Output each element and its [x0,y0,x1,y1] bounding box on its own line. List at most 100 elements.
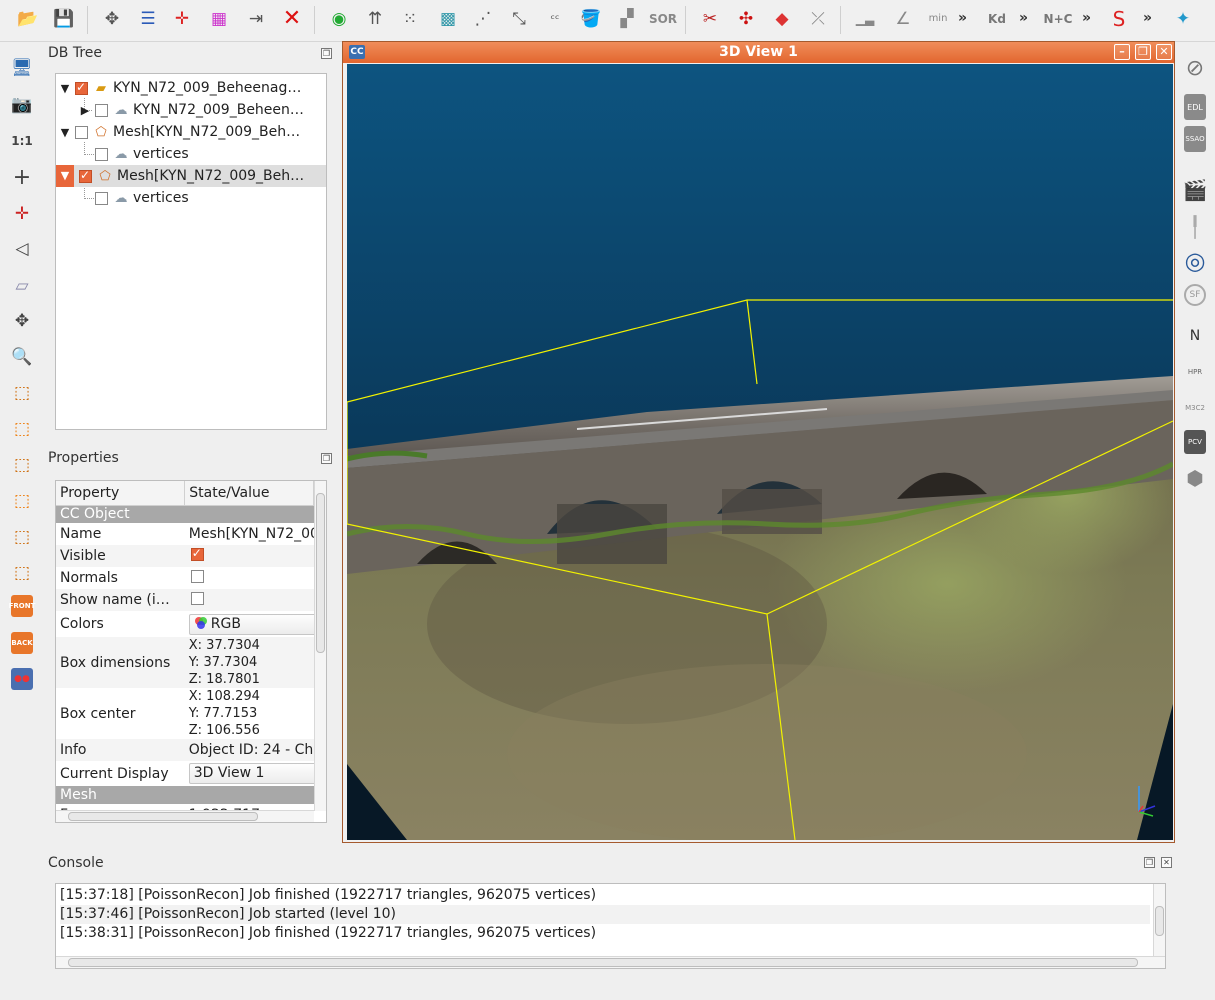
checker-icon[interactable]: ▞ [614,6,640,32]
3d-view-titlebar[interactable]: CC 3D View 1 – ❐ ✕ [343,42,1174,63]
minimize-button[interactable]: – [1114,44,1130,60]
transform-icon[interactable]: ✥ [99,6,125,32]
view-bottom-icon[interactable]: ⬚ [8,523,36,551]
zoom-icon[interactable]: 🔍 [8,343,36,371]
label-connected-icon[interactable]: ᶜᶜ [542,6,568,32]
canupo-create-icon[interactable]: ✦ [1170,6,1196,32]
view-back-icon[interactable]: BACK [11,632,33,654]
compass-icon[interactable]: ◎ [1181,247,1209,275]
no-filter-icon[interactable]: ⊘ [1181,54,1209,82]
close-button[interactable]: ✕ [1156,44,1172,60]
point-cloud-render[interactable] [347,64,1173,840]
histogram-icon[interactable]: ▁▃ [852,6,878,32]
fill-icon[interactable]: 🪣 [578,6,604,32]
view-left-icon[interactable]: ⬚ [8,451,36,479]
normals-icon[interactable]: ⇈ [362,6,388,32]
rgb-merge-icon[interactable]: ◉ [326,6,352,32]
cross-section-icon[interactable]: ⤫ [805,6,831,32]
hexagon-icon[interactable]: ⬢ [1181,464,1209,492]
ssao-icon[interactable]: SSAO [1184,126,1206,152]
perspective-icon[interactable]: ◁ [8,235,36,263]
delete-icon[interactable]: ✕ [279,6,305,32]
expand-arrow-icon[interactable]: ▼ [60,126,70,139]
color-scale-icon[interactable]: ▦ [206,6,232,32]
toolbar-overflow-chevron[interactable]: » [958,10,967,26]
scrollbar-thumb[interactable] [316,493,325,653]
expand-arrow-icon[interactable]: ▶ [80,104,90,117]
scissors-icon[interactable]: ✂ [697,6,723,32]
show-name-checkbox[interactable] [190,591,204,605]
view-top-icon[interactable]: ⬚ [8,379,36,407]
tree-row-selected[interactable]: ▼ ⬠ Mesh[KYN_N72_009_Beh… [56,165,326,187]
tree-row[interactable]: ▼ ▰ KYN_N72_009_Beheenag… [56,77,326,99]
point-picking-icon[interactable]: ✛ [169,6,195,32]
scale-1-1-icon[interactable]: 1:1 [8,127,36,155]
noise-filter-icon[interactable]: ⋰ [470,6,496,32]
pivot-icon[interactable]: + [8,163,36,191]
tree-row[interactable]: ▼ ⬠ Mesh[KYN_N72_009_Beh… [56,121,326,143]
scrollbar-thumb[interactable] [68,812,258,821]
animation-icon[interactable]: 🎬 [1181,176,1209,204]
brush-icon[interactable]: ╿ [1181,213,1209,241]
s-curve-icon[interactable]: S [1106,6,1132,32]
column-header-property[interactable]: Property [56,481,186,506]
toolbar-overflow-chevron[interactable]: » [1082,10,1091,26]
scrollbar-thumb[interactable] [68,958,1138,967]
expand-arrow-icon[interactable]: ▼ [56,165,74,187]
toolbar-overflow-chevron[interactable]: » [1143,10,1152,26]
sor-filter-icon[interactable]: SOR [649,6,677,32]
graph-icon[interactable]: ∠ [890,6,916,32]
normals-checkbox[interactable] [190,569,204,583]
hpr-icon[interactable]: HPR [1181,358,1209,386]
current-display-combo[interactable]: 3D View 1 [188,763,314,784]
column-header-value[interactable]: State/Value [184,481,314,506]
view-iso2-icon[interactable]: ⬚ [8,559,36,587]
properties-vertical-scrollbar[interactable] [314,481,326,811]
visibility-checkbox[interactable] [95,191,108,205]
stereo-icon[interactable]: ●● [11,668,33,690]
view-right-icon[interactable]: ⬚ [8,487,36,515]
properties-float-button[interactable]: ❐ [321,453,332,464]
scrollbar-thumb[interactable] [1155,906,1164,936]
tree-row[interactable]: ☁ vertices [56,187,326,209]
camera-icon[interactable]: 📷 [8,91,36,119]
screen-icon[interactable]: 🖥 [8,54,36,82]
kd-tree-icon[interactable]: Kd [984,6,1010,32]
properties-horizontal-scrollbar[interactable] [56,810,314,822]
octree-icon[interactable]: ▩ [435,6,461,32]
export-icon[interactable]: ⇥ [243,6,269,32]
edl-icon[interactable]: EDL [1184,94,1206,120]
subsample-icon[interactable]: ⁙ [397,6,423,32]
pcv-icon[interactable]: PCV [1184,430,1206,454]
visible-checkbox[interactable] [190,546,204,561]
properties-list-icon[interactable]: ☰ [135,6,161,32]
console-float-button[interactable]: ❐ [1144,857,1155,868]
save-icon[interactable]: 💾 [51,6,77,32]
visibility-checkbox[interactable] [95,103,108,117]
translate-icon[interactable]: ✣ [733,6,759,32]
visibility-checkbox[interactable] [75,80,88,95]
m3c2-icon[interactable]: M3C2 [1181,394,1209,422]
view-front-icon[interactable]: FRONT [9,595,35,617]
move-icon[interactable]: ✥ [8,307,36,335]
n-plus-c-icon[interactable]: N+C [1044,6,1073,32]
visibility-checkbox[interactable] [95,147,108,161]
min-max-icon[interactable]: min [925,6,951,32]
restore-button[interactable]: ❐ [1135,44,1151,60]
expand-arrow-icon[interactable]: ▼ [60,82,70,95]
tree-row[interactable]: ▶ ☁ KYN_N72_009_Beheen… [56,99,326,121]
tree-row[interactable]: ☁ vertices [56,143,326,165]
open-icon[interactable]: 📂 [15,6,41,32]
colors-combo[interactable]: RGB [188,613,314,635]
console-vertical-scrollbar[interactable] [1153,884,1165,956]
north-icon[interactable]: N [1181,322,1209,350]
toolbar-overflow-chevron[interactable]: » [1019,10,1028,26]
console-close-button[interactable]: ✕ [1161,857,1172,868]
compute-icon[interactable]: ⤡ [506,6,532,32]
visibility-checkbox[interactable] [75,125,88,139]
view-iso-icon[interactable]: ⬚ [8,415,36,443]
lighting-icon[interactable]: ▱ [8,272,36,300]
3d-viewport[interactable] [347,64,1173,840]
visibility-checkbox[interactable] [79,168,92,183]
plane-icon[interactable]: ◆ [769,6,795,32]
